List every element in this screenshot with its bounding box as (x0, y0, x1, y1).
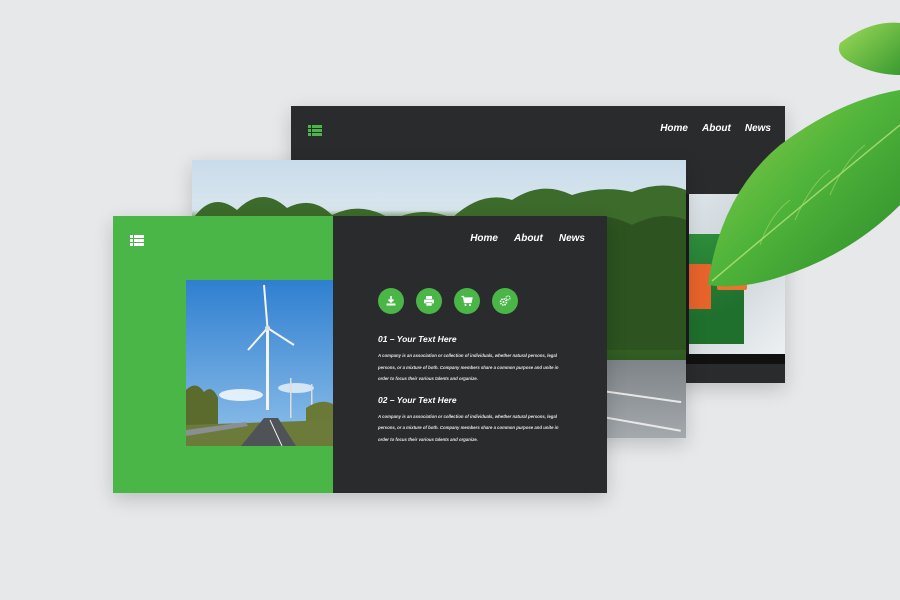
wind-turbine-photo (186, 280, 333, 446)
section-title: 01 – Your Text Here (378, 334, 457, 344)
section-title: 02 – Your Text Here (378, 394, 457, 405)
laptop-base (686, 354, 785, 364)
section-body: A company is an association or collectio… (378, 353, 559, 381)
cart-button[interactable] (454, 288, 480, 314)
settings-icon (499, 295, 511, 306)
nav-home[interactable]: Home (660, 123, 688, 134)
print-icon (424, 296, 434, 307)
nav-home[interactable]: Home (470, 233, 498, 244)
menu-icon[interactable] (308, 123, 322, 141)
settings-button[interactable] (492, 288, 518, 314)
nav-news[interactable]: News (559, 233, 585, 244)
section-body: A company is an association or collectio… (378, 413, 559, 442)
leaf-decoration (708, 22, 900, 287)
front-nav: Home About News (470, 233, 585, 244)
text-content: 01 – Your Text Here A company is an asso… (378, 334, 568, 455)
download-button[interactable] (378, 288, 404, 314)
cart-icon (461, 295, 473, 306)
menu-icon[interactable] (130, 233, 144, 251)
action-icons (378, 288, 518, 314)
print-button[interactable] (416, 288, 442, 314)
nav-about[interactable]: About (514, 233, 543, 244)
front-slide: Home About News 01 – Your Text Here A co… (113, 216, 607, 493)
download-icon (386, 296, 396, 306)
